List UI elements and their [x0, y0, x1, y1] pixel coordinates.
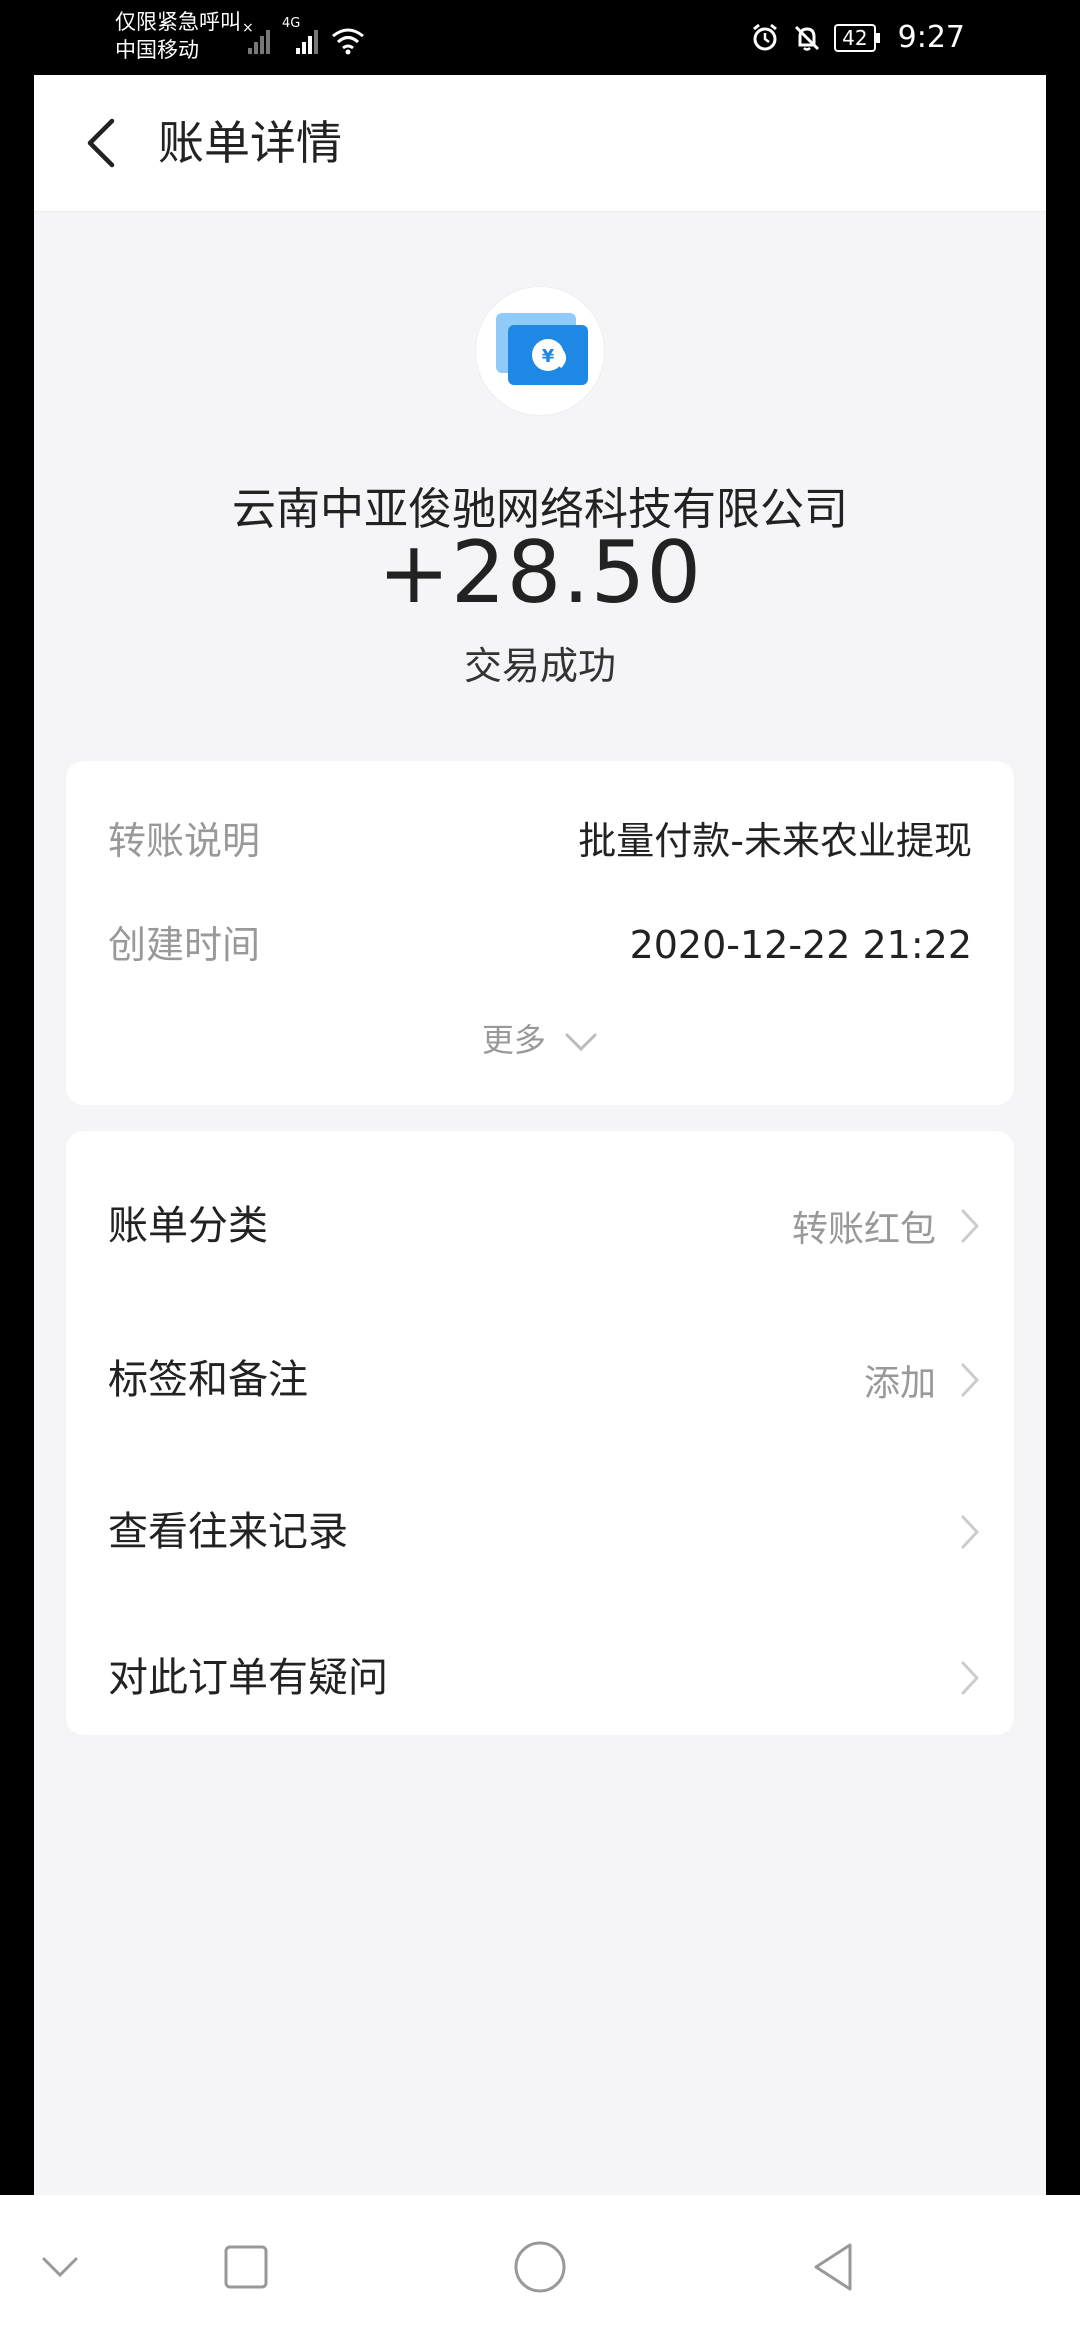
collapse-chevron-icon[interactable] — [28, 2235, 92, 2299]
menu-item-label: 账单分类 — [108, 1203, 268, 1249]
svg-text:¥: ¥ — [542, 346, 555, 367]
chevron-down-icon — [565, 1033, 597, 1052]
carrier-line2: 中国移动 — [115, 38, 199, 62]
back-arrow-icon[interactable] — [74, 113, 134, 173]
chevron-right-icon — [961, 1209, 980, 1243]
svg-text:×: × — [242, 20, 254, 36]
header: 账单详情 — [34, 75, 1046, 212]
chevron-right-icon — [961, 1515, 980, 1549]
battery-indicator: 42 — [834, 23, 881, 52]
wifi-icon — [332, 28, 364, 55]
mute-bell-icon — [795, 25, 820, 51]
details-card: 转账说明 批量付款-未来农业提现 创建时间 2020-12-22 21:22 更… — [66, 761, 1014, 1105]
more-label: 更多 — [481, 1021, 546, 1059]
home-circle-icon[interactable] — [508, 2235, 572, 2299]
menu-item-history[interactable]: 查看往来记录 — [108, 1497, 980, 1567]
menu-item-tags-notes[interactable]: 标签和备注 添加 — [108, 1345, 980, 1415]
clock: 9:27 — [897, 20, 965, 55]
back-triangle-icon[interactable] — [802, 2235, 866, 2299]
status-right: 42 9:27 — [750, 0, 1080, 75]
created-time-label: 创建时间 — [108, 923, 261, 967]
menu-item-value: 添加 — [863, 1363, 936, 1404]
menu-item-label: 标签和备注 — [108, 1357, 308, 1403]
transfer-note-label: 转账说明 — [108, 819, 261, 863]
menu-item-bill-category[interactable]: 账单分类 转账红包 — [108, 1191, 980, 1261]
transfer-money-icon: ¥ — [496, 313, 588, 385]
more-toggle[interactable]: 更多 — [66, 1015, 1014, 1065]
menu-item-label: 对此订单有疑问 — [108, 1655, 388, 1701]
bill-detail-page: 账单详情 ¥ 云南中亚俊驰网络科技有限公司 +28.50 交易成功 转账说明 批… — [34, 75, 1046, 2195]
menu-item-value: 转账红包 — [791, 1209, 936, 1250]
transaction-status: 交易成功 — [463, 644, 616, 688]
signal-4g-icon: 4G — [282, 16, 324, 56]
menu-item-label: 查看往来记录 — [108, 1509, 348, 1555]
transfer-note-row: 转账说明 批量付款-未来农业提现 — [108, 811, 972, 871]
network-icons: × 4G — [242, 16, 366, 56]
chevron-right-icon — [961, 1363, 980, 1397]
merchant-logo: ¥ — [476, 287, 604, 415]
created-time-value: 2020-12-22 21:22 — [629, 923, 972, 967]
carrier-info: 仅限紧急呼叫 中国移动 — [115, 8, 241, 64]
signal-no-sim-icon: × — [242, 20, 270, 54]
page-title: 账单详情 — [158, 116, 342, 170]
created-time-row: 创建时间 2020-12-22 21:22 — [108, 915, 972, 975]
chevron-right-icon — [961, 1661, 980, 1695]
status-bar: 仅限紧急呼叫 中国移动 × 4G 42 9:27 — [0, 0, 1080, 75]
recent-apps-icon[interactable] — [214, 2235, 278, 2299]
alarm-icon — [753, 23, 778, 50]
system-nav-bar — [0, 2195, 1080, 2340]
transfer-note-value: 批量付款-未来农业提现 — [578, 819, 972, 863]
menu-item-dispute[interactable]: 对此订单有疑问 — [108, 1643, 980, 1713]
menu-card: 账单分类 转账红包 标签和备注 添加 查看往来记录 对此订单有疑问 — [66, 1131, 1014, 1735]
carrier-line1: 仅限紧急呼叫 — [115, 10, 241, 34]
transaction-amount: +28.50 — [377, 523, 703, 623]
